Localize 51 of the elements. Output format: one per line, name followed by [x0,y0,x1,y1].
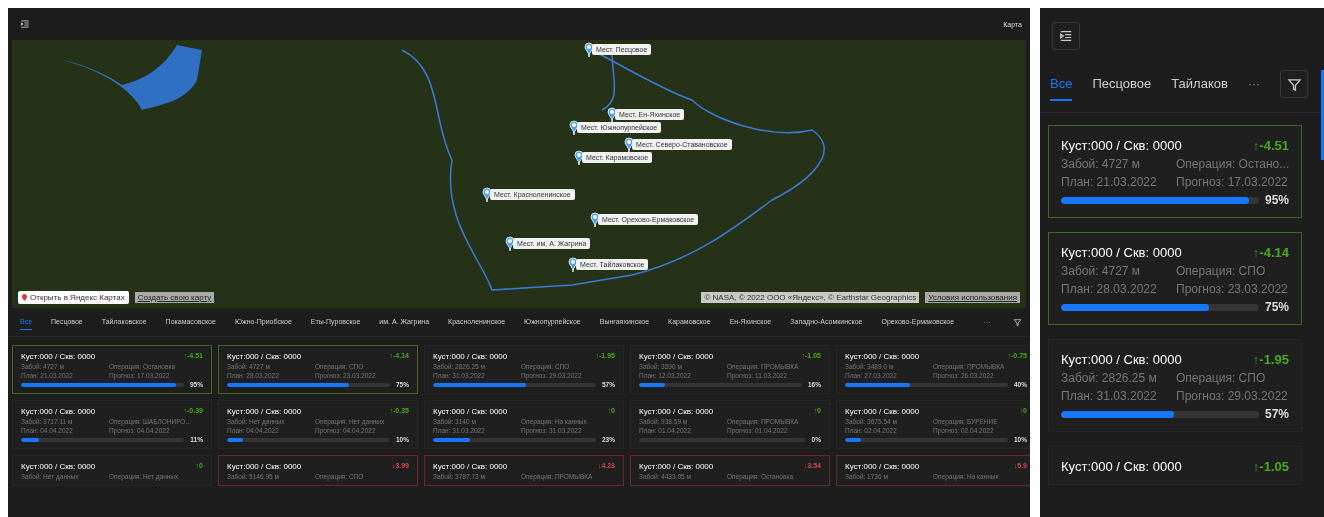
well-card[interactable]: Куст:000 / Скв: 0000 ↑-4.14 Забой: 4727 м Операция: СПО План: 28.03.2022 Прогноз: 23.03.2022 75% [1048,232,1302,325]
well-title: Куст:000 / Скв: 0000 [845,352,920,361]
well-title: Куст:000 / Скв: 0000 [21,352,96,361]
progress-percent: 95% [1264,193,1289,207]
well-title: Куст:000 / Скв: 0000 [433,462,508,471]
field-tab[interactable]: Песцовое [1092,67,1152,101]
well-title: Куст:000 / Скв: 0000 [639,462,714,471]
delta-value: ↑-4.51 [1252,138,1289,153]
depth-text: Забой: 4727 м [1061,264,1142,278]
well-title: Куст:000 / Скв: 0000 [1061,459,1182,474]
forecast-date: Прогноз: 23.03.2022 [1176,282,1289,296]
operation-text: Операция: СПО [1176,264,1267,278]
well-title: Куст:000 / Скв: 0000 [433,352,508,361]
plan-date: План: 28.03.2022 [1061,282,1158,296]
well-card[interactable]: Куст:000 / Скв: 0000 ↑-1.95 Забой: 2826.25 м Операция: СПО План: 31.03.2022 Прогноз: 29.03.2022 57% [1048,339,1302,432]
progress-percent: 57% [1264,407,1289,421]
map-copyright: © NASA, © 2022 ООО «Яндекс», © Earthstar Geographics [701,292,920,303]
terms-link[interactable]: Условия использования [925,292,1020,303]
well-title: Куст:000 / Скв: 0000 [1061,138,1182,153]
delta-value: ↑-1.05 [1252,459,1289,474]
well-card[interactable]: Куст:000 / Скв: 0000 ↑-1.05 [1048,446,1302,485]
well-title: Куст:000 / Скв: 0000 [433,407,508,416]
well-title: Куст:000 / Скв: 0000 [639,352,714,361]
well-title: Куст:000 / Скв: 0000 [227,352,302,361]
create-map-link[interactable]: Создать свою карту [134,292,215,303]
plan-date: План: 31.03.2022 [1061,389,1158,403]
plan-date: План: 21.03.2022 [1061,175,1158,189]
more-tabs[interactable]: ··· [983,317,991,327]
depth-text: Забой: 2826.25 м [1061,371,1158,385]
operation-text: Операция: СПО [1176,371,1267,385]
well-title: Куст:000 / Скв: 0000 [1061,245,1182,260]
field-tab[interactable]: Все [1050,67,1073,101]
open-in-maps-button[interactable]: Открыть в Яндекс Картах [18,291,129,304]
well-title: Куст:000 / Скв: 0000 [227,462,302,471]
progress-percent: 75% [1264,300,1289,314]
forecast-date: Прогноз: 17.03.2022 [1176,175,1289,189]
well-title: Куст:000 / Скв: 0000 [1061,352,1182,367]
well-title: Куст:000 / Скв: 0000 [21,462,96,471]
well-title: Куст:000 / Скв: 0000 [21,407,96,416]
more-tabs[interactable]: ··· [1248,77,1260,91]
well-title: Куст:000 / Скв: 0000 [639,407,714,416]
forecast-date: Прогноз: 29.03.2022 [1176,389,1289,403]
well-title: Куст:000 / Скв: 0000 [845,407,920,416]
field-tab[interactable]: Тайлаков [1171,67,1228,101]
delta-value: ↑-4.14 [1252,245,1289,260]
well-title: Куст:000 / Скв: 0000 [845,462,920,471]
operation-text: Операция: Остано... [1176,157,1290,171]
well-title: Куст:000 / Скв: 0000 [227,407,302,416]
delta-value: ↑-1.95 [1252,352,1289,367]
well-card[interactable]: Куст:000 / Скв: 0000 ↑-4.51 Забой: 4727 м Операция: Остано... План: 21.03.2022 Прогноз: 17.03.2022 95% [1048,125,1302,218]
depth-text: Забой: 4727 м [1061,157,1142,171]
